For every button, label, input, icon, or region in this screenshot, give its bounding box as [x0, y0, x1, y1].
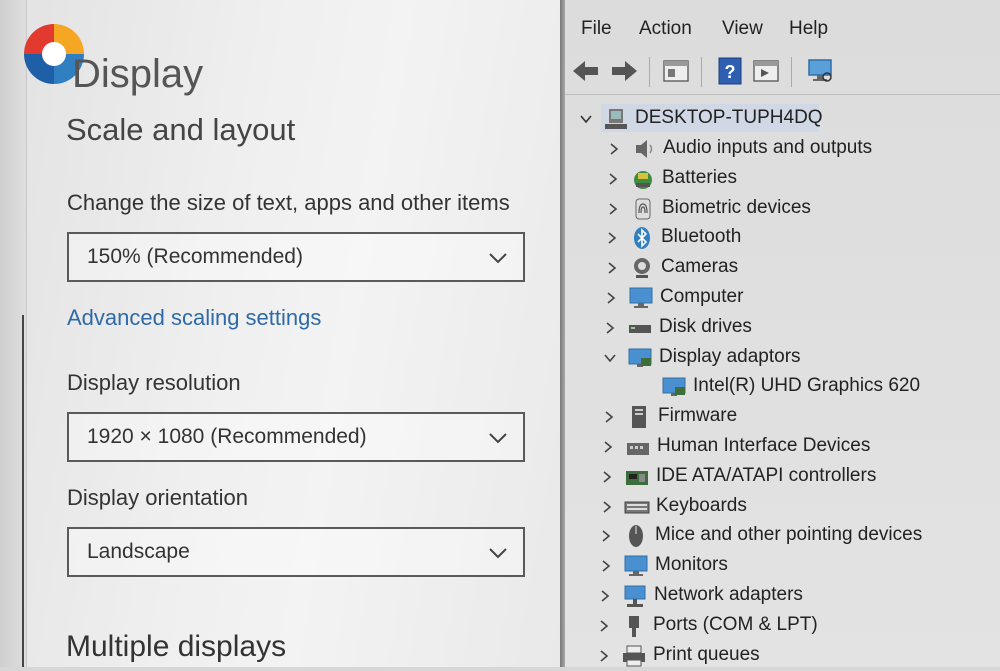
menu-view[interactable]: View	[722, 18, 763, 40]
ide-controller-icon	[626, 471, 648, 485]
advanced-scaling-link[interactable]: Advanced scaling settings	[67, 305, 321, 331]
settings-scrollbar[interactable]	[22, 315, 24, 667]
chevron-right-icon[interactable]	[602, 409, 616, 425]
section-title-multiple-displays: Multiple displays	[66, 630, 287, 663]
tree-item-label: Monitors	[655, 554, 728, 575]
firmware-icon	[632, 406, 646, 428]
chevron-right-icon[interactable]	[597, 618, 611, 634]
chevron-right-icon[interactable]	[605, 260, 619, 276]
speaker-icon	[636, 140, 653, 158]
network-adapter-icon	[624, 585, 646, 607]
forward-arrow-icon[interactable]	[609, 56, 639, 86]
tree-item-label: Computer	[660, 286, 744, 307]
update-driver-icon[interactable]	[751, 56, 781, 86]
toolbar-separator	[701, 57, 702, 87]
chevron-down-icon	[489, 548, 507, 559]
section-title-scale-layout: Scale and layout	[66, 112, 296, 147]
scale-label: Change the size of text, apps and other …	[67, 190, 510, 215]
orientation-dropdown[interactable]: Landscape	[67, 527, 525, 577]
tree-item-label: Mice and other pointing devices	[655, 524, 923, 545]
chevron-right-icon[interactable]	[606, 201, 620, 217]
tree-item-label: Disk drives	[659, 316, 752, 337]
toolbar-separator	[791, 57, 792, 87]
chevron-right-icon[interactable]	[599, 528, 613, 544]
resolution-label: Display resolution	[67, 370, 241, 395]
chevron-right-icon[interactable]	[599, 558, 613, 574]
tree-item-label: Display adaptors	[659, 346, 801, 367]
tree-item-label: Biometric devices	[662, 197, 811, 218]
back-arrow-icon[interactable]	[571, 56, 601, 86]
properties-icon[interactable]	[661, 56, 691, 86]
resolution-dropdown-value: 1920 × 1080 (Recommended)	[87, 425, 367, 448]
toolbar: ?	[565, 48, 1000, 95]
monitor-icon	[624, 555, 648, 576]
display-adapter-icon	[662, 377, 686, 396]
tree-item-label: Batteries	[662, 167, 737, 188]
port-icon	[629, 616, 639, 637]
tree-item-label: Intel(R) UHD Graphics 620	[693, 375, 921, 396]
toolbar-separator	[649, 57, 650, 87]
tree-item-label: Keyboards	[656, 495, 747, 516]
tree-item-label: Cameras	[661, 256, 739, 277]
chevron-right-icon[interactable]	[603, 320, 617, 336]
menu-file[interactable]: File	[581, 18, 612, 40]
printer-icon	[623, 645, 645, 667]
chevron-right-icon[interactable]	[607, 141, 621, 157]
device-tree: DESKTOP-TUPH4DQ Audio inputs and outputs…	[565, 96, 1000, 667]
bluetooth-icon	[634, 227, 650, 249]
tree-item-label: Print queues	[653, 644, 760, 665]
keyboard-icon	[624, 501, 650, 514]
chevron-down-icon	[489, 253, 507, 264]
tree-item-label: Firmware	[658, 405, 738, 426]
scale-dropdown[interactable]: 150% (Recommended)	[67, 232, 525, 282]
chevron-right-icon[interactable]	[600, 499, 614, 515]
orientation-dropdown-value: Landscape	[87, 540, 190, 563]
chevron-right-icon[interactable]	[600, 469, 614, 485]
chevron-down-icon	[489, 433, 507, 444]
orientation-label: Display orientation	[67, 485, 248, 510]
svg-text:?: ?	[725, 62, 736, 82]
settings-panel: Display Scale and layout Change the size…	[0, 0, 560, 667]
resolution-dropdown[interactable]: 1920 × 1080 (Recommended)	[67, 412, 525, 462]
computer-root-icon	[605, 109, 627, 129]
chevron-right-icon[interactable]	[597, 648, 611, 664]
chevron-right-icon[interactable]	[605, 230, 619, 246]
tree-item-label: IDE ATA/ATAPI controllers	[656, 465, 877, 486]
tree-item-label: Bluetooth	[661, 226, 742, 247]
display-adapter-icon	[628, 348, 652, 367]
tree-item-label: Ports (COM & LPT)	[653, 614, 818, 635]
chevron-down-icon[interactable]	[603, 350, 617, 366]
tree-root-label: DESKTOP-TUPH4DQ	[635, 107, 823, 128]
page-title: Display	[72, 52, 204, 96]
computer-icon	[629, 287, 653, 308]
mouse-icon	[629, 525, 643, 547]
battery-icon	[634, 171, 652, 189]
chevron-right-icon[interactable]	[606, 171, 620, 187]
chevron-right-icon[interactable]	[601, 439, 615, 455]
menu-help[interactable]: Help	[789, 18, 828, 40]
menu-action[interactable]: Action	[639, 18, 692, 40]
device-manager-window: File Action View Help ? DESKTOP-TUPH4DQ …	[565, 0, 1000, 667]
disk-drive-icon	[629, 325, 651, 333]
scale-dropdown-value: 150% (Recommended)	[87, 245, 303, 268]
chevron-right-icon[interactable]	[598, 588, 612, 604]
menu-bar: File Action View Help	[565, 0, 1000, 48]
camera-icon	[634, 258, 650, 278]
chevron-down-icon[interactable]	[579, 111, 593, 127]
tree-item-label: Network adapters	[654, 584, 803, 605]
tree-item-label: Audio inputs and outputs	[663, 137, 873, 158]
scan-hardware-icon[interactable]	[805, 56, 835, 86]
hid-icon	[627, 443, 649, 455]
fingerprint-icon	[635, 198, 651, 220]
tree-item-label: Human Interface Devices	[657, 435, 871, 456]
help-icon[interactable]: ?	[715, 56, 745, 86]
chevron-right-icon[interactable]	[604, 290, 618, 306]
